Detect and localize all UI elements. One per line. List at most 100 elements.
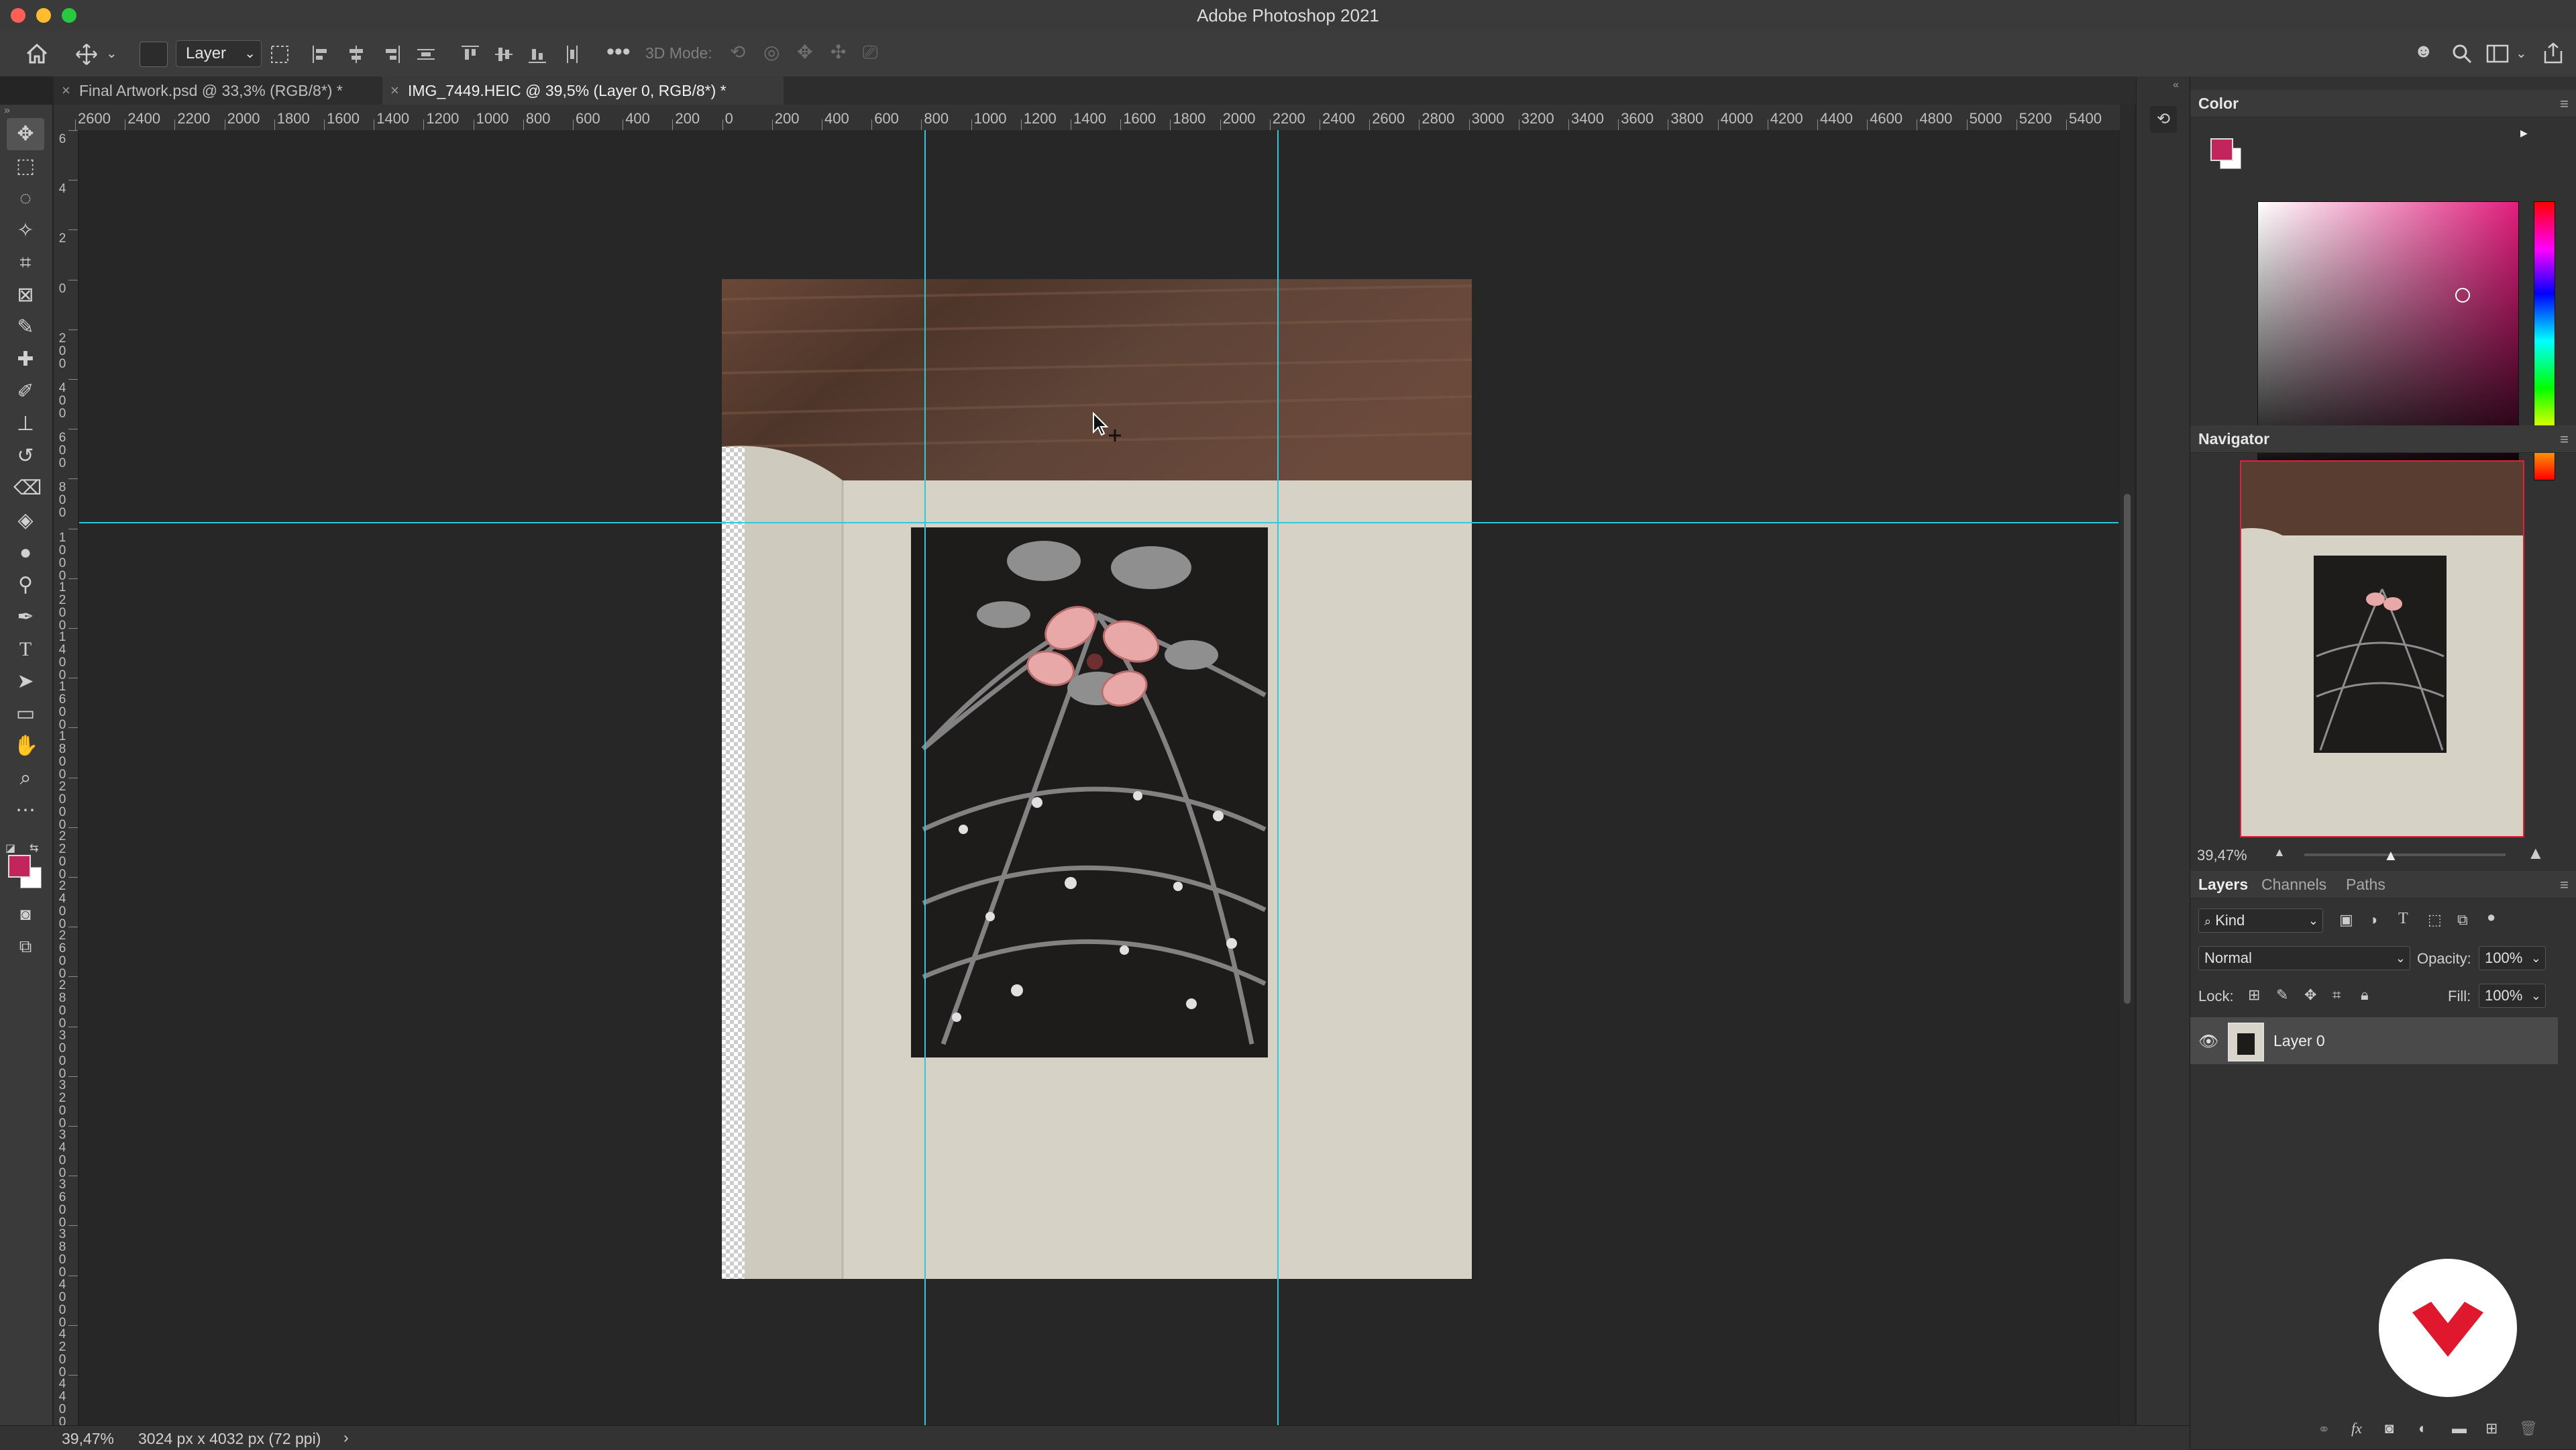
filter-toggle-icon[interactable]: ● [2487,909,2496,926]
panel-menu-icon[interactable]: ≡ [2560,95,2569,113]
status-menu-arrow[interactable]: › [343,1429,349,1447]
hand-icon[interactable]: ✋ [13,734,38,758]
layer-name[interactable]: Layer 0 [2273,1032,2325,1050]
filter-smart-object-icon[interactable]: ⧉ [2457,911,2468,929]
status-zoom[interactable]: 39,47% [62,1430,114,1448]
chevron-down-icon[interactable]: ⌄ [2516,47,2527,60]
navigator-preview[interactable] [2240,460,2524,837]
learn-icon[interactable]: ☻ [2414,42,2433,60]
lock-transparent-pixels-icon[interactable]: ⊞ [2248,986,2260,1004]
eyedropper-icon[interactable]: ✎ [13,315,38,340]
new-group-icon[interactable]: ▬ [2452,1420,2467,1437]
screen-mode-icon[interactable]: ⧉ [13,934,38,958]
clone-stamp-icon[interactable]: ⊥ [13,412,38,436]
tab-channels[interactable]: Channels [2261,871,2326,898]
home-icon[interactable] [25,43,48,64]
align-middle-vertical-icon[interactable] [494,44,514,64]
distribute-horizontal-icon[interactable] [562,44,582,64]
frame-icon[interactable]: ⊠ [13,283,38,307]
blur-icon[interactable]: ● [13,541,38,565]
history-panel-icon[interactable]: ⟲ [2150,106,2177,133]
navigator-zoom-thumb[interactable]: ▲ [2383,847,2398,864]
filter-pixel-layer-icon[interactable]: ▣ [2339,911,2353,929]
dodge-icon[interactable]: ⚲ [13,573,38,597]
lock-all-icon[interactable]: 🔒︎ [2361,986,2369,1004]
zoom-out-icon[interactable]: ▲ [2273,845,2286,860]
distribute-vertical-icon[interactable] [416,44,436,64]
align-center-horizontal-icon[interactable] [346,44,366,64]
align-bottom-icon[interactable] [527,44,547,64]
close-tab-icon[interactable]: × [390,76,399,105]
path-selection-icon[interactable]: ➤ [13,670,38,694]
color-foreground-swatch[interactable] [2210,138,2233,161]
align-right-icon[interactable] [381,44,401,64]
panel-menu-icon[interactable]: ≡ [2560,431,2569,448]
magic-wand-icon[interactable]: ✧ [13,219,38,243]
transform-controls-icon[interactable] [268,43,291,66]
type-tool-icon[interactable]: T [13,637,38,662]
paint-bucket-icon[interactable]: ◈ [13,509,38,533]
panel-menu-icon[interactable]: ≡ [2560,876,2569,894]
workspace-icon[interactable] [2486,44,2509,63]
filter-type-layer-icon[interactable]: T [2398,910,2408,928]
rectangle-tool-icon[interactable]: ▭ [13,702,38,726]
guide-vertical-2[interactable] [1277,130,1279,1425]
guide-horizontal[interactable] [79,522,2118,523]
swap-colors-icon[interactable]: ⇆ [30,841,38,855]
new-layer-icon[interactable]: ⊞ [2485,1420,2498,1437]
canvas-area[interactable] [79,130,2118,1425]
auto-select-toggle[interactable] [140,42,168,67]
brush-icon[interactable]: ✐ [13,380,38,404]
tab-paths[interactable]: Paths [2346,871,2385,898]
edit-toolbar-icon[interactable]: ⋯ [13,798,38,823]
tab-img-7449[interactable]: × IMG_7449.HEIC @ 39,5% (Layer 0, RGB/8*… [382,76,784,105]
filter-shape-layer-icon[interactable]: ⬚ [2428,911,2442,929]
layer-filter-kind-dropdown[interactable]: ⌕ Kind ⌄ [2198,909,2323,933]
zoom-icon[interactable]: ⌕ [13,766,38,790]
vertical-ruler[interactable]: 6420200400600800100012001400160018002000… [54,130,78,1425]
tab-final-artwork[interactable]: × Final Artwork.psd @ 33,3% (RGB/8*) * [54,76,394,105]
visibility-eye-icon[interactable]: 👁︎ [2198,1032,2218,1051]
rectangular-marquee-icon[interactable]: ⬚ [13,154,38,178]
collapse-arrows-icon[interactable]: « [2173,79,2179,91]
chevron-down-icon[interactable]: ⌄ [106,47,117,60]
color-picker-cursor[interactable] [2455,288,2470,303]
lock-artboard-icon[interactable]: ⌗ [2332,986,2341,1004]
pen-icon[interactable]: ✒ [13,605,38,629]
align-left-icon[interactable] [311,44,331,64]
layer-thumbnail[interactable] [2228,1023,2264,1061]
navigator-zoom-slider[interactable] [2304,853,2506,856]
blend-mode-dropdown[interactable]: Normal ⌄ [2198,946,2410,970]
opacity-field[interactable]: 100% ⌄ [2479,946,2546,970]
adjustment-layer-icon[interactable]: ◐ [2418,1420,2427,1437]
zoom-in-icon[interactable]: ▲ [2527,843,2544,864]
collapse-arrows-icon[interactable]: » [4,105,10,117]
close-tab-icon[interactable]: × [62,76,70,105]
navigator-panel-title[interactable]: Navigator [2198,425,2269,452]
more-options-icon[interactable]: ••• [606,40,631,63]
move-tool-icon[interactable]: ✥ [13,122,38,146]
healing-brush-icon[interactable]: ✚ [13,348,38,372]
guide-vertical-1[interactable] [924,130,926,1425]
lock-position-icon[interactable]: ✥ [2304,986,2316,1004]
tab-layers[interactable]: Layers [2198,871,2248,898]
navigator-zoom-value[interactable]: 39,47% [2197,847,2247,864]
color-panel-title[interactable]: Color [2198,90,2239,117]
share-icon[interactable] [2542,42,2564,64]
delete-layer-icon[interactable]: 🗑︎ [2519,1420,2538,1437]
filter-adjustment-layer-icon[interactable]: ◑ [2369,911,2377,929]
layer-row[interactable]: 👁︎ Layer 0 [2190,1017,2558,1064]
lasso-icon[interactable]: ◌ [13,187,38,211]
move-tool-icon[interactable] [75,43,98,66]
eraser-icon[interactable]: ⌫ [13,476,42,501]
search-icon[interactable] [2451,43,2473,64]
foreground-color-swatch[interactable] [8,855,31,878]
vertical-scroll-thumb[interactable] [2124,494,2131,1004]
layer-style-icon[interactable]: fx [2351,1420,2362,1437]
crop-icon[interactable]: ⌗ [13,251,38,275]
link-layers-icon[interactable]: ⚭ [2318,1421,2330,1439]
history-brush-icon[interactable]: ↺ [13,444,38,468]
default-colors-icon[interactable]: ◪ [5,841,15,855]
auto-select-target-dropdown[interactable]: Layer ⌄ [176,40,262,67]
vertical-scrollbar[interactable] [2120,105,2135,1425]
